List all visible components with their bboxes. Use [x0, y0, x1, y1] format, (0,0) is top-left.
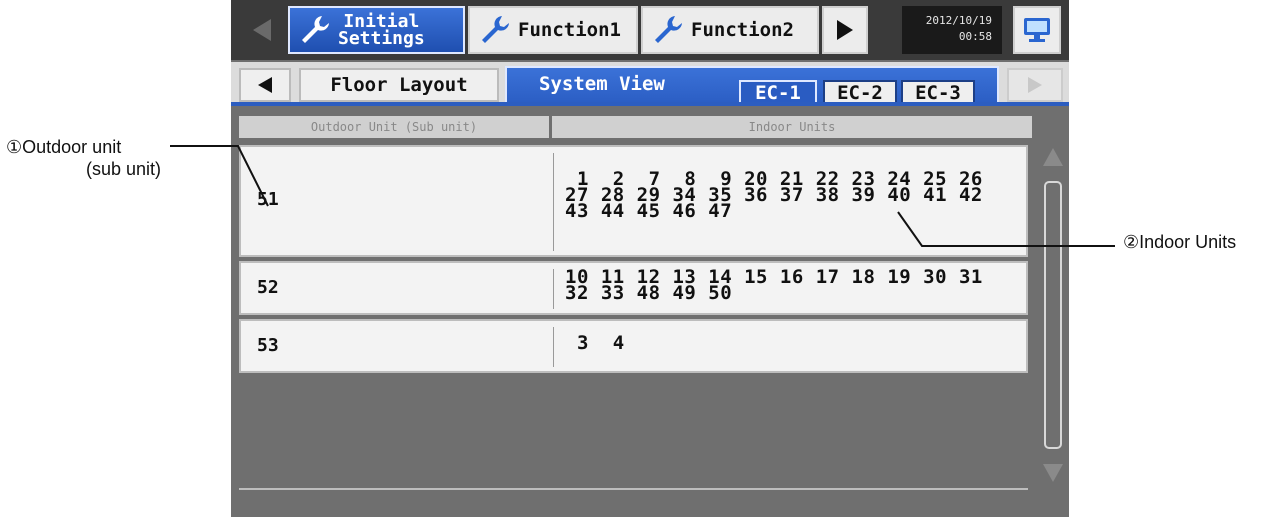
callout-lines: [170, 145, 1115, 247]
